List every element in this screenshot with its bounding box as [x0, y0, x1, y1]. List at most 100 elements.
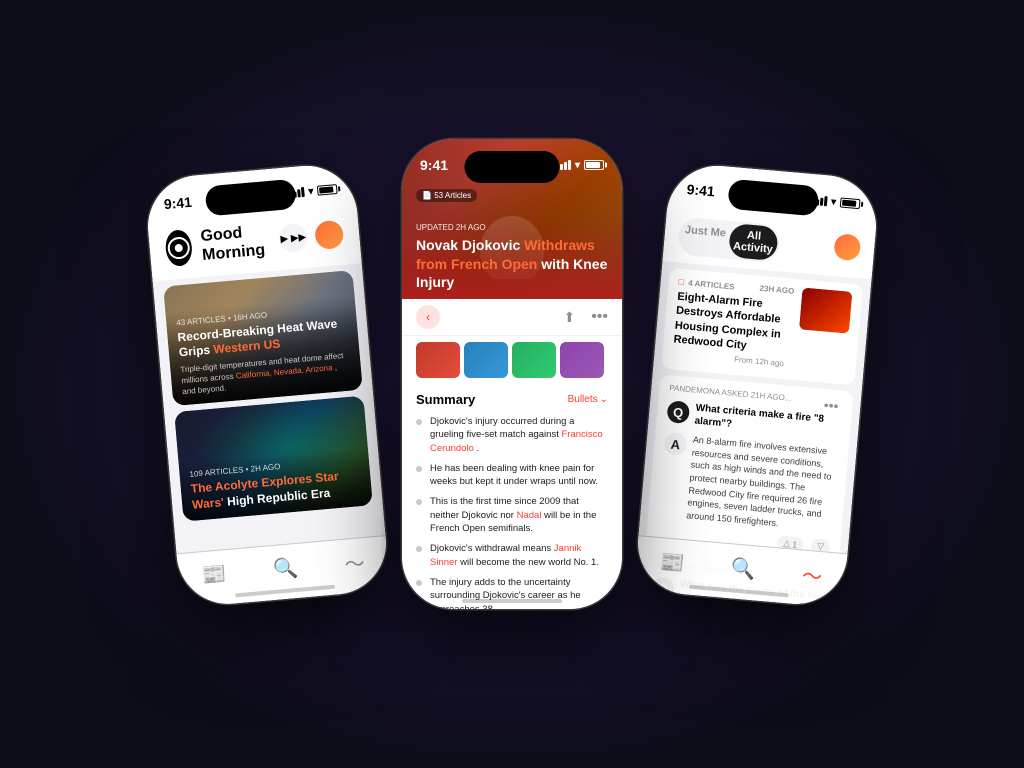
news-logo-inner: [167, 236, 191, 260]
title-french-open: French Open: [451, 256, 537, 272]
qa1-answer-row: A An 8-alarm fire involves extensive res…: [658, 431, 839, 534]
summary-section: Summary Bullets ⌄ Djokovic's injury occu…: [402, 384, 622, 609]
story-time: 23H AGO: [759, 284, 795, 297]
time-right: 9:41: [686, 181, 715, 199]
article-count-badge: 📄 53 Articles: [416, 189, 477, 202]
share-icon[interactable]: ⬆: [563, 309, 575, 326]
articles-badge-icon: □: [678, 277, 684, 287]
tab-news-left[interactable]: 📰: [201, 561, 228, 588]
thumb-4[interactable]: [560, 342, 604, 378]
chevron-icon: ⌄: [600, 394, 608, 405]
thumb-3[interactable]: [512, 342, 556, 378]
bullet-dot-4: [416, 546, 422, 552]
bullet-text-3: This is the first time since 2009 that n…: [430, 495, 608, 535]
news-logo: [164, 229, 193, 267]
story-card[interactable]: □ 4 ARTICLES 23H AGO Eight-Alarm Fire De…: [661, 268, 863, 386]
search-icon-right: 🔍: [730, 555, 757, 582]
battery-left: [317, 184, 338, 196]
more-dots-qa1[interactable]: •••: [819, 397, 843, 415]
tab-just-me[interactable]: Just Me: [679, 219, 730, 257]
dynamic-island-center: [465, 151, 560, 183]
bullet-dot-1: [416, 419, 422, 425]
user-avatar-right[interactable]: [833, 233, 861, 261]
tab-pulse-left[interactable]: 〜: [343, 547, 365, 578]
article-hero-overlay: UPDATED 2H AGO Novak Djokovic Withdrawsf…: [402, 213, 622, 299]
qa1-answer-text: An 8-alarm fire involves extensive resou…: [686, 434, 839, 535]
wifi-right: ▾: [831, 196, 837, 207]
phone-right: 9:41 ▾ Just Me All Activity: [634, 162, 881, 609]
articles-icon: 📄: [422, 191, 434, 200]
news-greeting-block: Good Morning: [200, 220, 281, 265]
qa-section-1: PANDEMONA ASKED 21H AGO... ••• Q What cr…: [645, 375, 853, 564]
story-header: □ 4 ARTICLES 23H AGO Eight-Alarm Fire De…: [673, 277, 852, 362]
thumb-1[interactable]: [416, 342, 460, 378]
news-header-left: Good Morning: [164, 220, 281, 268]
status-icons-right: ▾: [812, 195, 861, 210]
phone-left: 9:41 ▾ Good M: [144, 162, 391, 609]
battery-right: [840, 197, 861, 209]
play-icon: ▶ ▶▶: [280, 232, 307, 245]
bullets-label: Bullets: [568, 394, 598, 405]
title-part1: Novak Djokovic: [416, 237, 520, 253]
q-letter-1: Q: [666, 400, 690, 424]
news-greeting: Good Morning: [200, 220, 281, 265]
status-icons-left: ▾: [289, 184, 338, 199]
newspaper-icon: 📰: [201, 561, 228, 588]
back-button[interactable]: ‹: [416, 305, 440, 329]
summary-header: Summary Bullets ⌄: [416, 392, 608, 407]
story-thumb-img: [799, 287, 852, 333]
home-indicator-center: [462, 599, 562, 603]
tab-search-left[interactable]: 🔍: [272, 554, 299, 581]
news-header-right: ▶ ▶▶: [278, 220, 344, 253]
phone-left-screen: 9:41 ▾ Good M: [144, 162, 391, 609]
bullet-1: Djokovic's injury occurred during a grue…: [416, 415, 608, 455]
battery-center: [584, 160, 604, 170]
bullet-text-2: He has been dealing with knee pain for w…: [430, 462, 608, 489]
a-letter-1: A: [664, 432, 688, 456]
bullet-text-1: Djokovic's injury occurred during a grue…: [430, 415, 608, 455]
star-wars-card[interactable]: 109 ARTICLES • 2H AGO The Acolyte Explor…: [174, 396, 373, 522]
summary-label: Summary: [416, 392, 475, 407]
heat-wave-card[interactable]: 43 ARTICLES • 16H AGO Record-Breaking He…: [163, 270, 363, 406]
time-left: 9:41: [163, 194, 192, 212]
bullets-button[interactable]: Bullets ⌄: [568, 394, 608, 405]
pulse-icon-right: 〜: [801, 559, 823, 590]
tab-pulse-right[interactable]: 〜: [801, 559, 823, 590]
wifi-center: ▾: [575, 160, 580, 171]
time-center: 9:41: [420, 157, 448, 173]
story-articles-count: □ 4 ARTICLES: [678, 277, 735, 292]
qa-tabs: Just Me All Activity: [677, 217, 781, 264]
status-icons-center: ▾: [556, 160, 604, 171]
article-nav-bar: ‹ ⬆ •••: [402, 299, 622, 336]
bullet-dot-5: [416, 580, 422, 586]
wifi-left: ▾: [308, 186, 314, 197]
tab-news-right[interactable]: 📰: [659, 549, 686, 576]
story-thumbnail: [799, 287, 852, 333]
heat-wave-overlay: 43 ARTICLES • 16H AGO Record-Breaking He…: [165, 295, 363, 407]
phone-right-screen: 9:41 ▾ Just Me All Activity: [634, 162, 881, 609]
tab-bar-left: 📰 🔍 〜: [176, 535, 390, 608]
bullet-dot-3: [416, 499, 422, 505]
user-avatar-left[interactable]: [314, 220, 344, 250]
bullet-text-4: Djokovic's withdrawal means Jannik Sinne…: [430, 542, 608, 569]
article-main-title: Novak Djokovic Withdrawsfrom French Open…: [416, 236, 608, 291]
newspaper-icon-right: 📰: [659, 549, 686, 576]
phones-container: 9:41 ▾ Good M: [172, 149, 852, 619]
search-icon-left: 🔍: [272, 554, 299, 581]
bullet-dot-2: [416, 466, 422, 472]
back-icon: ‹: [426, 310, 430, 324]
article-updated-tag: UPDATED 2H AGO: [416, 223, 608, 232]
bullet-3: This is the first time since 2009 that n…: [416, 495, 608, 535]
phone-center: 9:41 ▾ 📄 53 Articles: [402, 139, 622, 609]
phone-center-screen: 9:41 ▾ 📄 53 Articles: [402, 139, 622, 609]
play-button[interactable]: ▶ ▶▶: [278, 223, 308, 253]
more-icon-center[interactable]: •••: [591, 308, 608, 326]
story-title: Eight-Alarm Fire Destroys Affordable Hou…: [673, 290, 794, 357]
story-content: □ 4 ARTICLES 23H AGO Eight-Alarm Fire De…: [673, 277, 795, 357]
thumb-2[interactable]: [464, 342, 508, 378]
tab-search-right[interactable]: 🔍: [730, 555, 757, 582]
bullet-2: He has been dealing with knee pain for w…: [416, 462, 608, 489]
article-thumb-strip: [402, 336, 622, 384]
bullet-text-5: The injury adds to the uncertainty surro…: [430, 576, 608, 609]
tab-all-activity[interactable]: All Activity: [728, 223, 779, 261]
